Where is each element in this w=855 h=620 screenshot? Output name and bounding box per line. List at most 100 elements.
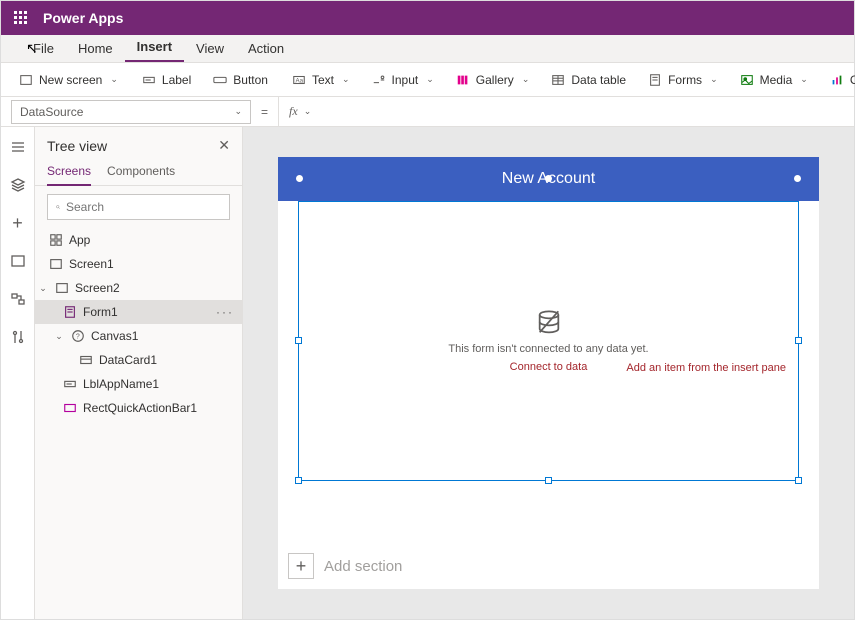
menu-bar: File Home Insert View Action xyxy=(1,35,854,63)
expander-icon[interactable]: ⌄ xyxy=(37,283,49,294)
tree-node-form1[interactable]: Form1 ··· xyxy=(35,300,242,324)
main-area: + Tree view ✕ Screens Components App Scr… xyxy=(1,127,854,619)
tree-node-datacard1[interactable]: DataCard1 xyxy=(35,348,242,372)
tree-node-app[interactable]: App xyxy=(35,228,242,252)
node-label: App xyxy=(69,233,90,247)
rect-icon xyxy=(63,401,77,415)
gallery-icon xyxy=(456,73,470,87)
chevron-down-icon: ⌄ xyxy=(522,74,530,85)
ribbon-new-screen-label: New screen xyxy=(39,73,102,87)
equals-sign: = xyxy=(251,105,278,119)
ribbon-gallery[interactable]: Gallery ⌄ xyxy=(446,73,540,87)
screen-header[interactable]: New Account xyxy=(278,157,819,201)
charts-icon xyxy=(830,73,844,87)
expander-icon[interactable]: ⌄ xyxy=(53,331,65,342)
selection-handle[interactable] xyxy=(296,175,303,182)
ribbon-label-text: Label xyxy=(162,73,191,87)
more-icon[interactable]: ··· xyxy=(216,305,234,319)
chevron-down-icon: ⌄ xyxy=(342,74,350,85)
rail-insert-icon[interactable]: + xyxy=(10,215,26,231)
ribbon-label[interactable]: Label xyxy=(132,73,201,87)
ribbon-text[interactable]: Aa Text⌄ xyxy=(282,73,360,87)
tree-node-lblappname[interactable]: LblAppName1 xyxy=(35,372,242,396)
tab-components[interactable]: Components xyxy=(107,160,175,185)
rail-tree-icon[interactable] xyxy=(10,139,26,155)
ribbon-button[interactable]: Button xyxy=(203,73,278,87)
tree-node-screen2[interactable]: ⌄ Screen2 xyxy=(35,276,242,300)
add-section-label: Add section xyxy=(324,558,402,575)
chevron-down-icon: ⌄ xyxy=(426,74,434,85)
fx-box[interactable]: fx ⌄ xyxy=(278,97,321,126)
add-section-button[interactable]: + Add section xyxy=(288,553,402,579)
tab-screens[interactable]: Screens xyxy=(47,160,91,186)
ribbon-gallery-label: Gallery xyxy=(476,73,514,87)
node-label: Screen1 xyxy=(69,257,114,271)
fx-label: fx xyxy=(289,104,298,119)
canvas-area: New Account This form isn't connected to… xyxy=(243,127,854,619)
chevron-down-icon: ⌄ xyxy=(304,106,312,117)
selection-handle[interactable] xyxy=(545,175,552,182)
rail-flow-icon[interactable] xyxy=(10,291,26,307)
tree-list: App Screen1 ⌄ Screen2 Form1 ··· ⌄ ? Canv… xyxy=(35,228,242,619)
ribbon-input-label: Input xyxy=(392,73,419,87)
chevron-down-icon: ⌄ xyxy=(710,74,718,85)
forms-icon xyxy=(648,73,662,87)
left-rail: + xyxy=(1,127,35,619)
button-icon xyxy=(213,73,227,87)
rail-advanced-icon[interactable] xyxy=(10,329,26,345)
tree-node-rectquick[interactable]: RectQuickActionBar1 xyxy=(35,396,242,420)
canvas-icon: ? xyxy=(71,329,85,343)
rail-data-icon[interactable] xyxy=(10,177,26,193)
form-message: This form isn't connected to any data ye… xyxy=(448,343,648,355)
form-control[interactable]: This form isn't connected to any data ye… xyxy=(298,201,799,481)
ribbon-charts[interactable]: Charts⌄ xyxy=(820,73,855,87)
label-icon xyxy=(142,73,156,87)
ribbon-input[interactable]: Input ⌄ xyxy=(362,73,444,87)
rail-media-icon[interactable] xyxy=(10,253,26,269)
connect-data-link[interactable]: Connect to data xyxy=(510,361,588,373)
menu-insert[interactable]: Insert xyxy=(125,35,184,62)
ribbon-media-label: Media xyxy=(760,73,793,87)
database-empty-icon xyxy=(535,309,563,337)
app-node-icon xyxy=(49,233,63,247)
node-label: DataCard1 xyxy=(99,353,157,367)
tree-header: Tree view ✕ xyxy=(35,127,242,160)
screen-preview[interactable]: New Account This form isn't connected to… xyxy=(278,157,819,589)
selection-handle[interactable] xyxy=(295,477,302,484)
chevron-down-icon: ⌄ xyxy=(110,74,118,85)
plus-icon: + xyxy=(288,553,314,579)
new-screen-icon xyxy=(19,73,33,87)
formula-input[interactable] xyxy=(321,97,854,126)
menu-action[interactable]: Action xyxy=(236,37,296,62)
data-table-icon xyxy=(551,73,565,87)
tree-search-input[interactable] xyxy=(66,200,221,214)
menu-file[interactable]: File xyxy=(21,37,66,62)
node-label: RectQuickActionBar1 xyxy=(83,401,197,415)
ribbon-forms[interactable]: Forms ⌄ xyxy=(638,73,728,87)
property-name: DataSource xyxy=(20,105,83,119)
menu-home[interactable]: Home xyxy=(66,37,125,62)
selection-handle[interactable] xyxy=(795,477,802,484)
insert-pane-link[interactable]: Add an item from the insert pane xyxy=(626,362,786,374)
menu-view[interactable]: View xyxy=(184,37,236,62)
node-label: Form1 xyxy=(83,305,118,319)
media-icon xyxy=(740,73,754,87)
selection-handle[interactable] xyxy=(795,337,802,344)
ribbon-charts-label: Charts xyxy=(850,73,855,87)
ribbon-media[interactable]: Media⌄ xyxy=(730,73,818,87)
ribbon-forms-label: Forms xyxy=(668,73,702,87)
tree-node-screen1[interactable]: Screen1 xyxy=(35,252,242,276)
screen-icon xyxy=(49,257,63,271)
tree-search[interactable] xyxy=(47,194,230,220)
selection-handle[interactable] xyxy=(545,477,552,484)
ribbon-data-table[interactable]: Data table xyxy=(541,73,636,87)
waffle-icon[interactable] xyxy=(13,10,29,26)
input-icon xyxy=(372,73,386,87)
chevron-down-icon: ⌄ xyxy=(234,106,242,117)
tree-node-canvas1[interactable]: ⌄ ? Canvas1 xyxy=(35,324,242,348)
selection-handle[interactable] xyxy=(794,175,801,182)
ribbon-new-screen[interactable]: New screen ⌄ xyxy=(9,73,128,87)
property-selector[interactable]: DataSource ⌄ xyxy=(11,100,251,124)
close-icon[interactable]: ✕ xyxy=(218,137,230,154)
selection-handle[interactable] xyxy=(295,337,302,344)
